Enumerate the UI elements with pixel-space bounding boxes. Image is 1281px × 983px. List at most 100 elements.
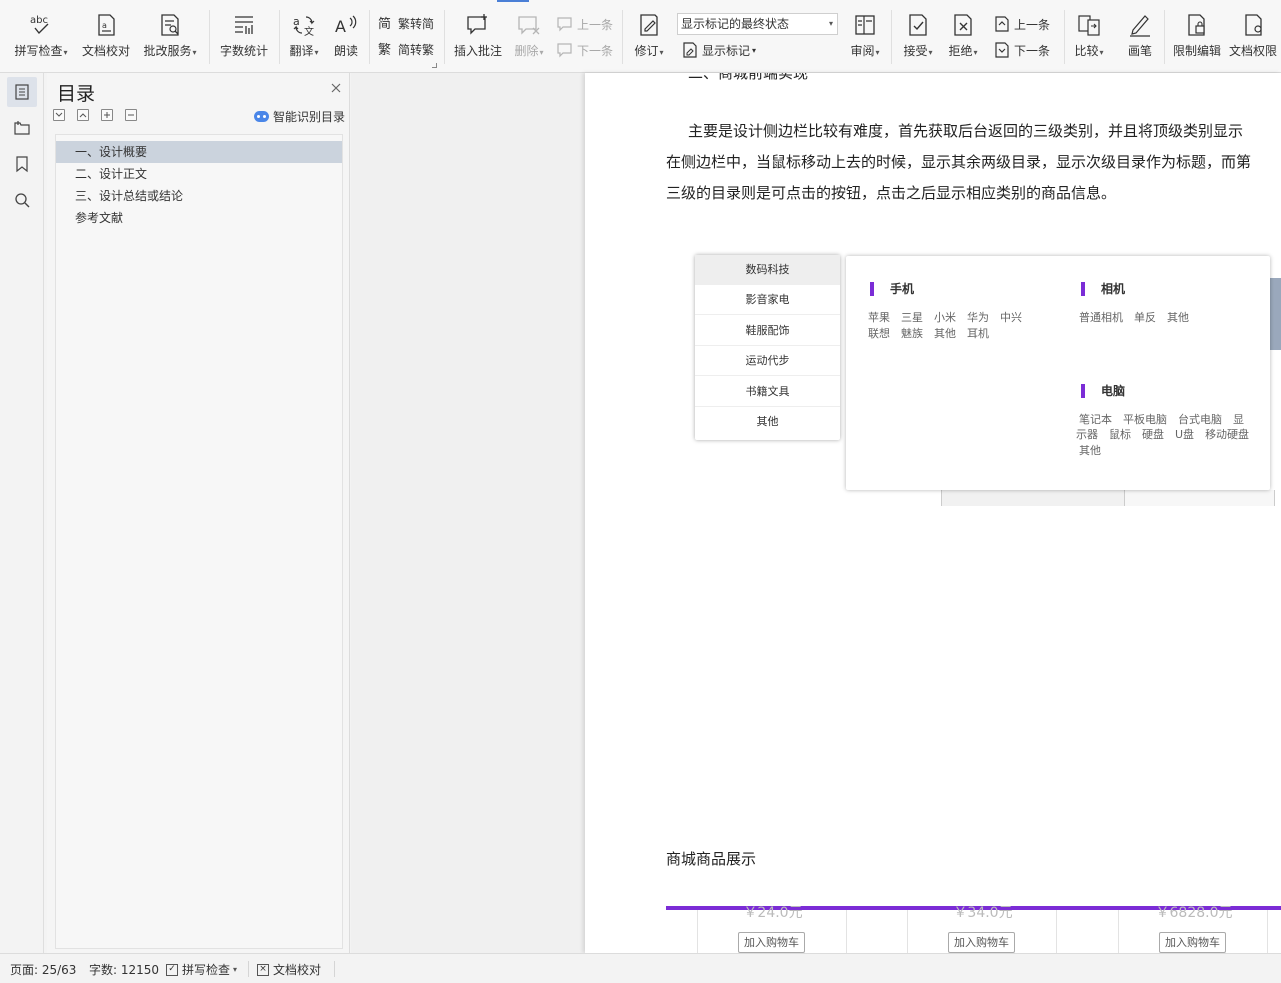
separator	[369, 10, 370, 64]
remove-level-icon[interactable]	[125, 109, 137, 121]
prev-comment-button[interactable]: 上一条	[556, 15, 613, 33]
menu-item: 数码科技	[695, 255, 840, 285]
product-card: ￥34.0元 加入购物车	[907, 905, 1057, 953]
markup-state-select[interactable]: 显示标记的最终状态 ▾	[677, 13, 838, 35]
svg-text:文: 文	[304, 25, 314, 38]
document-page[interactable]: 二、商城前端实现 主要是设计侧边栏比较有难度，首先获取后台返回的三级类别，并且将…	[585, 73, 1281, 953]
toc-item[interactable]: 一、设计概要	[56, 141, 342, 163]
review-button[interactable]: 审阅▾	[846, 0, 884, 59]
delete-comment-button[interactable]: 删除▾	[510, 0, 548, 59]
simp-to-trad-button[interactable]: 繁 简转繁	[377, 40, 434, 58]
restrict-edit-button[interactable]: 限制编辑	[1171, 0, 1223, 59]
trad-to-simp-button[interactable]: 简 繁转简	[377, 14, 434, 32]
lock-document-icon	[1184, 12, 1210, 38]
smart-assistant-icon	[254, 111, 269, 122]
nav-rail	[0, 73, 44, 953]
toc-item[interactable]: 参考文献	[56, 207, 123, 229]
next-change-button[interactable]: 下一条	[993, 41, 1050, 59]
doc-proof-label: 文档校对	[81, 44, 130, 58]
pen-label: 画笔	[1127, 44, 1152, 58]
svg-text:a: a	[102, 21, 107, 30]
word-count-label: 字数统计	[219, 44, 268, 58]
separator	[279, 10, 280, 64]
close-icon[interactable]	[329, 81, 343, 95]
prev-comment-icon	[556, 15, 574, 33]
spell-check-button[interactable]: abc 拼写检查▾	[10, 0, 72, 59]
doc-permission-button[interactable]: 文档权限	[1229, 0, 1281, 59]
translate-button[interactable]: a文 翻译▾	[285, 0, 323, 59]
trad-to-simp-icon: 简	[377, 14, 395, 32]
paragraph-line: 在侧边栏中，当鼠标移动上去的时候，显示其余两级目录，显示次级目录作为标题，而第	[666, 153, 1252, 171]
paragraph-line: 主要是设计侧边栏比较有难度，首先获取后台返回的三级类别，并且将顶级类别显示	[688, 122, 1244, 140]
track-changes-button[interactable]: 修订▾	[630, 0, 668, 59]
markup-state-value: 显示标记的最终状态	[681, 17, 790, 31]
add-to-cart-button: 加入购物车	[738, 932, 805, 953]
insert-comment-button[interactable]: 插入批注	[451, 0, 505, 59]
product-price: ￥34.0元	[953, 905, 1013, 921]
category-title-camera: 相机	[1081, 280, 1125, 297]
expand-all-icon[interactable]	[77, 109, 89, 121]
review-service-button[interactable]: 批改服务▾	[139, 0, 201, 59]
doc-proof-button[interactable]: a 文档校对	[79, 0, 133, 59]
subcategory-row: 联想 魅族 其他 耳机	[868, 327, 989, 340]
toc-item[interactable]: 二、设计正文	[56, 163, 147, 185]
add-level-icon[interactable]	[101, 109, 113, 121]
accept-icon	[905, 12, 931, 38]
pen-button[interactable]: 画笔	[1122, 0, 1158, 59]
word-count-button[interactable]: 字数统计	[217, 0, 271, 59]
category-flyout: 手机 苹果 三星 小米 华为 中兴 联想 魅族 其他 耳机 相机 普通相机 单反 其他 电脑 笔记…	[846, 256, 1270, 490]
search-icon[interactable]	[7, 185, 37, 215]
prev-change-button[interactable]: 上一条	[993, 15, 1050, 33]
status-spell-check-button[interactable]: ✓ 拼写检查 ▾	[166, 961, 237, 978]
compare-button[interactable]: 比较▾	[1070, 0, 1108, 59]
review-service-label: 批改服务	[143, 44, 192, 58]
product-price: ￥6828.0元	[1155, 905, 1233, 921]
add-to-cart-button: 加入购物车	[1159, 932, 1226, 953]
doc-permission-label: 文档权限	[1229, 44, 1278, 58]
menu-item: 鞋服配饰	[695, 316, 840, 346]
product-card: ￥6828.0元 加入购物车	[1118, 905, 1268, 953]
prev-change-icon	[993, 15, 1011, 33]
word-count-text: 字数: 12150	[89, 963, 160, 977]
toc-title: 目录	[57, 83, 96, 105]
pen-icon	[1127, 12, 1153, 38]
read-aloud-icon: A	[333, 12, 359, 38]
smart-detect-label: 智能识别目录	[273, 110, 346, 124]
prev-comment-label: 上一条	[577, 17, 614, 32]
next-comment-icon	[556, 41, 574, 59]
accept-button[interactable]: 接受▾	[899, 0, 937, 59]
read-aloud-label: 朗读	[333, 44, 358, 58]
bookmark-icon[interactable]	[7, 149, 37, 179]
separator	[334, 961, 335, 977]
document-workspace: 二、商城前端实现 主要是设计侧边栏比较有难度，首先获取后台返回的三级类别，并且将…	[351, 73, 1281, 953]
page-indicator[interactable]: 页面: 25/63	[10, 961, 76, 978]
comment-delete-icon	[516, 12, 542, 38]
svg-text:繁: 繁	[378, 42, 391, 58]
show-markup-button[interactable]: 显示标记 ▾	[681, 41, 756, 59]
review-service-icon	[157, 12, 183, 38]
image-background	[1125, 490, 1275, 506]
read-aloud-button[interactable]: A 朗读	[329, 0, 363, 59]
show-markup-icon	[681, 41, 699, 59]
toc-icon[interactable]	[7, 77, 37, 107]
menu-item: 运动代步	[695, 346, 840, 376]
next-comment-button[interactable]: 下一条	[556, 41, 613, 59]
smart-detect-toc-button[interactable]: 智能识别目录	[254, 108, 345, 125]
toc-panel: 目录 智能识别目录 一、设计概要 二、设计正文 三、设计总结或结论 参考文献	[47, 73, 350, 953]
accept-label: 接受	[903, 44, 928, 58]
word-count-indicator[interactable]: 字数: 12150	[89, 961, 159, 978]
review-label: 审阅	[850, 44, 875, 58]
toc-item[interactable]: 三、设计总结或结论	[56, 185, 183, 207]
menu-item: 书籍文具	[695, 377, 840, 407]
group-launcher-icon[interactable]	[432, 63, 437, 68]
chapter-navigation-icon[interactable]	[7, 113, 37, 143]
subcategory-row: 笔记本 平板电脑 台式电脑显	[1079, 413, 1244, 426]
svg-text:A: A	[335, 17, 346, 36]
status-doc-proof-button[interactable]: × 文档校对	[257, 961, 321, 978]
reject-label: 拒绝	[948, 44, 973, 58]
subcategory-row: 其他	[1079, 444, 1101, 457]
compare-label: 比较	[1074, 44, 1099, 58]
reject-button[interactable]: 拒绝▾	[944, 0, 982, 59]
collapse-all-icon[interactable]	[53, 109, 65, 121]
comment-add-icon	[465, 12, 491, 38]
